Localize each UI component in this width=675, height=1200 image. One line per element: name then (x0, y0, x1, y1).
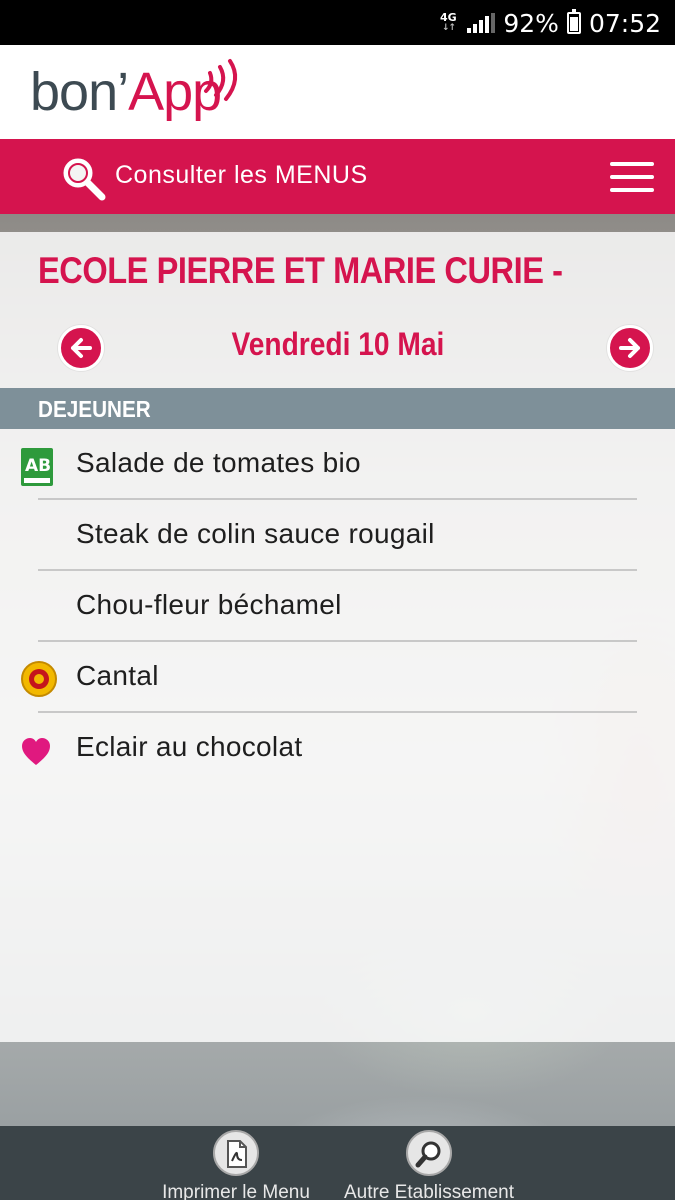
ab-bio-icon: AB (21, 448, 53, 486)
menu-item-label: Steak de colin sauce rougail (76, 518, 435, 549)
network-type: 4G (440, 11, 457, 24)
next-day-button[interactable] (607, 325, 653, 371)
status-bar: 4G ↓↑ 92% 07:52 (0, 0, 675, 45)
menu-item[interactable]: Steak de colin sauce rougail (0, 500, 675, 571)
menu-item[interactable]: Eclair au chocolat (0, 713, 675, 784)
hamburger-menu-icon[interactable] (610, 162, 654, 192)
logo-text-left: bon’ (30, 62, 129, 122)
other-school-button[interactable]: Autre Etablissement (329, 1130, 529, 1200)
search-icon[interactable] (60, 155, 106, 201)
school-name: ECOLE PIERRE ET MARIE CURIE - (38, 250, 563, 291)
date-label: Vendredi 10 Mai (231, 326, 444, 362)
app-header: bon’App (0, 45, 675, 139)
battery-icon (566, 9, 581, 34)
svg-text:AB: AB (25, 456, 51, 476)
print-menu-button[interactable]: Imprimer le Menu (136, 1130, 336, 1200)
arrow-right-icon (619, 338, 640, 358)
menu-item-label: Chou-fleur béchamel (76, 589, 342, 620)
meal-header: DEJEUNER (0, 388, 675, 429)
pdf-icon (213, 1130, 259, 1176)
search-icon (406, 1130, 452, 1176)
signal-icon (467, 13, 496, 33)
clock: 07:52 (588, 8, 661, 38)
consult-menus-button[interactable]: Consulter les MENUS (115, 161, 368, 190)
menu-item[interactable]: AB Salade de tomates bio (0, 429, 675, 500)
print-menu-label: Imprimer le Menu (162, 1182, 310, 1200)
menu-item-label: Eclair au chocolat (76, 731, 303, 762)
battery-percent: 92% (503, 8, 559, 38)
signal-waves-icon (204, 59, 238, 101)
heart-icon (22, 738, 50, 765)
other-school-label: Autre Etablissement (343, 1182, 515, 1200)
footer-bar: Imprimer le Menu Autre Etablissement (0, 1126, 675, 1200)
logo[interactable]: bon’App (30, 61, 222, 123)
menu-item-label: Salade de tomates bio (76, 447, 361, 478)
menu-bar: Consulter les MENUS (0, 139, 675, 214)
menu-item-label: Cantal (76, 660, 159, 691)
menu-item[interactable]: Cantal (0, 642, 675, 713)
aop-label-icon (21, 661, 57, 697)
network-indicator: 4G ↓↑ (437, 12, 459, 34)
menu-item[interactable]: Chou-fleur béchamel (0, 571, 675, 642)
